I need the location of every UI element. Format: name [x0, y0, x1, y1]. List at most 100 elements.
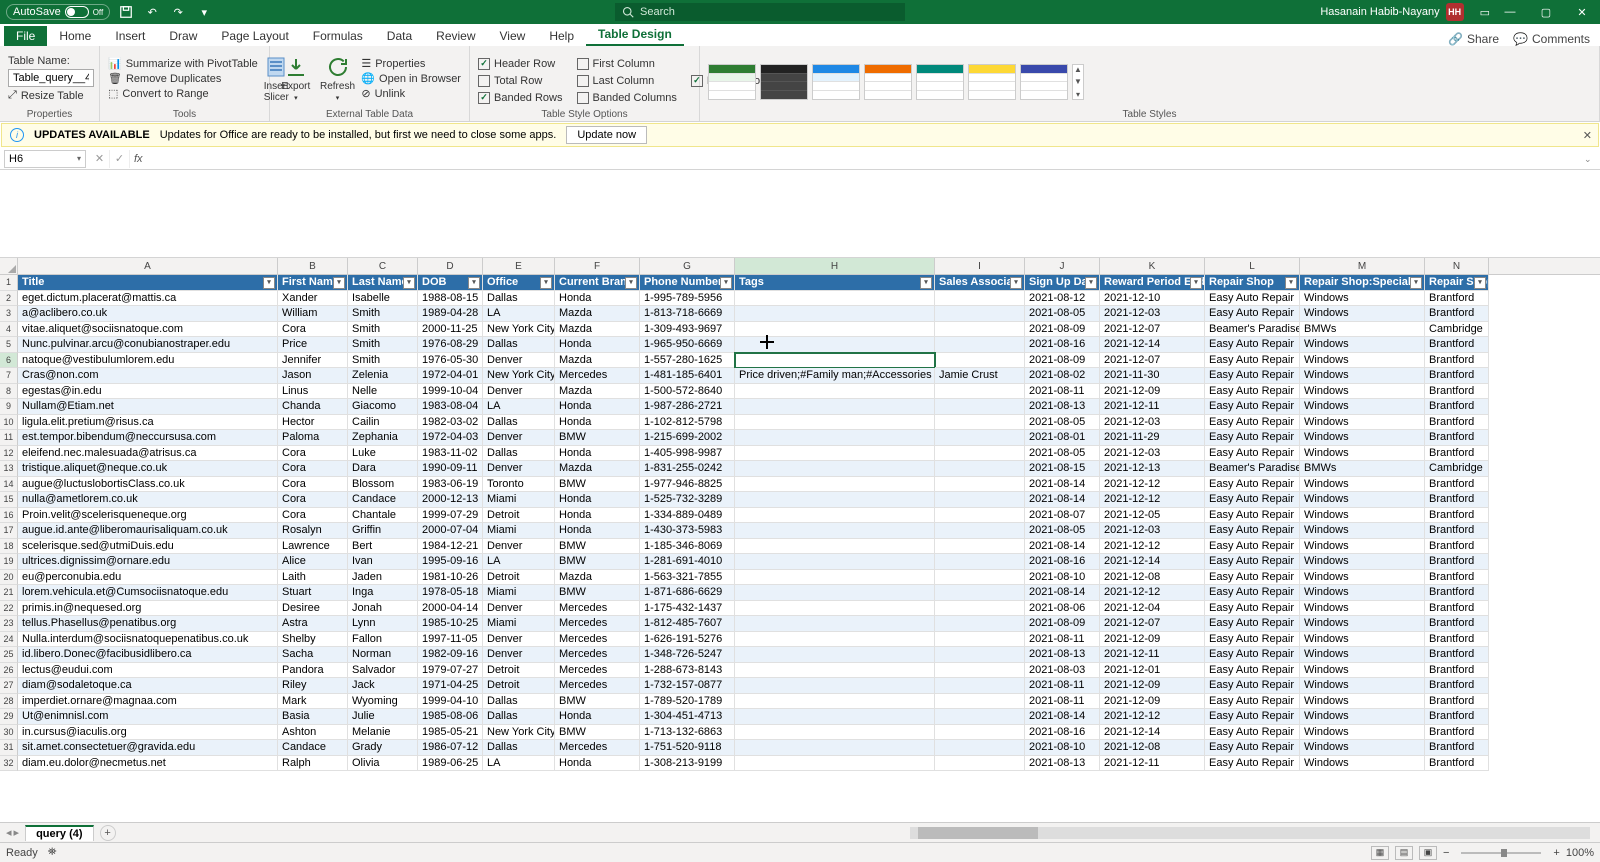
cell[interactable]: Brantford	[1425, 384, 1489, 400]
cell[interactable]: 2021-08-03	[1025, 663, 1100, 679]
cell[interactable]: 1983-08-04	[418, 399, 483, 415]
filter-dropdown-icon[interactable]: ▾	[720, 277, 732, 289]
cell[interactable]: 2021-12-03	[1100, 306, 1205, 322]
cell[interactable]: 1990-09-11	[418, 461, 483, 477]
comments-button[interactable]: 💬 Comments	[1513, 32, 1590, 46]
cell[interactable]: diam.eu.dolor@necmetus.net	[18, 756, 278, 772]
table-header-cell[interactable]: Title▾	[18, 275, 278, 291]
accessibility-icon[interactable]: ⛯	[48, 846, 57, 859]
cell[interactable]: 1982-03-02	[418, 415, 483, 431]
cell[interactable]: Lynn	[348, 616, 418, 632]
cell[interactable]: Olivia	[348, 756, 418, 772]
tab-draw[interactable]: Draw	[157, 26, 209, 46]
cell[interactable]: Windows	[1300, 647, 1425, 663]
cell[interactable]: 1-965-950-6669	[640, 337, 735, 353]
cell[interactable]: Easy Auto Repair	[1205, 446, 1300, 462]
row-header[interactable]: 19	[0, 554, 18, 570]
cell[interactable]	[935, 632, 1025, 648]
enter-formula-icon[interactable]: ✓	[110, 150, 130, 168]
cell[interactable]	[735, 616, 935, 632]
cell[interactable]	[735, 306, 935, 322]
cell[interactable]: Brantford	[1425, 554, 1489, 570]
filter-dropdown-icon[interactable]: ▾	[1085, 277, 1097, 289]
cell[interactable]: Windows	[1300, 632, 1425, 648]
cell[interactable]: Easy Auto Repair	[1205, 601, 1300, 617]
autosave-toggle[interactable]: AutoSave Off	[6, 4, 110, 20]
cell[interactable]: Price driven;#Family man;#Accessories	[735, 368, 935, 384]
cell[interactable]: Windows	[1300, 291, 1425, 307]
cell[interactable]: Easy Auto Repair	[1205, 647, 1300, 663]
row-header[interactable]: 18	[0, 539, 18, 555]
add-sheet-button[interactable]: +	[100, 825, 116, 841]
cell[interactable]: Brantford	[1425, 539, 1489, 555]
cell[interactable]: 2021-08-14	[1025, 492, 1100, 508]
cell[interactable]: BMWs	[1300, 322, 1425, 338]
cancel-formula-icon[interactable]: ✕	[90, 150, 110, 168]
cell[interactable]: Honda	[555, 415, 640, 431]
cell[interactable]: Windows	[1300, 353, 1425, 369]
row-header[interactable]: 16	[0, 508, 18, 524]
cell[interactable]: Denver	[483, 461, 555, 477]
cell[interactable]	[935, 322, 1025, 338]
cell[interactable]: Mazda	[555, 322, 640, 338]
cell[interactable]: 1999-04-10	[418, 694, 483, 710]
cell[interactable]: 1988-08-15	[418, 291, 483, 307]
cell[interactable]	[735, 508, 935, 524]
cell[interactable]: sit.amet.consectetuer@gravida.edu	[18, 740, 278, 756]
cell[interactable]: 2021-12-13	[1100, 461, 1205, 477]
cell[interactable]: Wyoming	[348, 694, 418, 710]
qat-more-icon[interactable]: ▾	[194, 2, 214, 22]
row-header[interactable]: 10	[0, 415, 18, 431]
cell[interactable]: Easy Auto Repair	[1205, 678, 1300, 694]
cell[interactable]: Cambridge	[1425, 322, 1489, 338]
cell[interactable]	[935, 694, 1025, 710]
cell[interactable]: vitae.aliquet@sociisnatoque.com	[18, 322, 278, 338]
row-header[interactable]: 11	[0, 430, 18, 446]
cell[interactable]: 2021-12-11	[1100, 647, 1205, 663]
col-header[interactable]: C	[348, 258, 418, 274]
cell[interactable]: Brantford	[1425, 446, 1489, 462]
cell[interactable]: 2021-12-12	[1100, 477, 1205, 493]
msgbar-close-icon[interactable]: ✕	[1583, 129, 1592, 142]
cell[interactable]: 2021-12-03	[1100, 415, 1205, 431]
cell[interactable]: Windows	[1300, 539, 1425, 555]
cell[interactable]: Riley	[278, 678, 348, 694]
col-header[interactable]: I	[935, 258, 1025, 274]
row-header[interactable]: 21	[0, 585, 18, 601]
cell[interactable]: Linus	[278, 384, 348, 400]
unlink-button[interactable]: ⊘ Unlink	[361, 87, 461, 100]
cell[interactable]: New York City	[483, 725, 555, 741]
cell[interactable]: 2021-12-14	[1100, 554, 1205, 570]
cell[interactable]	[735, 570, 935, 586]
table-style-thumb[interactable]	[760, 64, 808, 100]
tab-data[interactable]: Data	[375, 26, 424, 46]
share-button[interactable]: 🔗 Share	[1448, 32, 1499, 46]
cell[interactable]: Cailin	[348, 415, 418, 431]
cell[interactable]: 1976-05-30	[418, 353, 483, 369]
ext-properties-button[interactable]: ☰ Properties	[361, 57, 461, 70]
cell[interactable]	[935, 647, 1025, 663]
cell[interactable]: Mazda	[555, 306, 640, 322]
cell[interactable]: Windows	[1300, 663, 1425, 679]
cell[interactable]	[935, 291, 1025, 307]
cell[interactable]: Smith	[348, 322, 418, 338]
col-header[interactable]: G	[640, 258, 735, 274]
cell[interactable]: Brantford	[1425, 740, 1489, 756]
cell[interactable]: 1-309-493-9697	[640, 322, 735, 338]
cell[interactable]: Cras@non.com	[18, 368, 278, 384]
cell[interactable]: Brantford	[1425, 508, 1489, 524]
select-all-button[interactable]	[0, 258, 18, 274]
cell[interactable]: in.cursus@iaculis.org	[18, 725, 278, 741]
table-header-cell[interactable]: DOB▾	[418, 275, 483, 291]
col-header[interactable]: F	[555, 258, 640, 274]
cell[interactable]: LA	[483, 554, 555, 570]
cell[interactable]: Nullam@Etiam.net	[18, 399, 278, 415]
row-header[interactable]: 15	[0, 492, 18, 508]
cell[interactable]: 1-995-789-5956	[640, 291, 735, 307]
cell[interactable]: Easy Auto Repair	[1205, 337, 1300, 353]
tab-insert[interactable]: Insert	[103, 26, 157, 46]
table-header-cell[interactable]: Repair Shop▾	[1205, 275, 1300, 291]
cell[interactable]: 2021-12-14	[1100, 337, 1205, 353]
cell[interactable]: 2021-08-05	[1025, 523, 1100, 539]
cell[interactable]: Chantale	[348, 508, 418, 524]
